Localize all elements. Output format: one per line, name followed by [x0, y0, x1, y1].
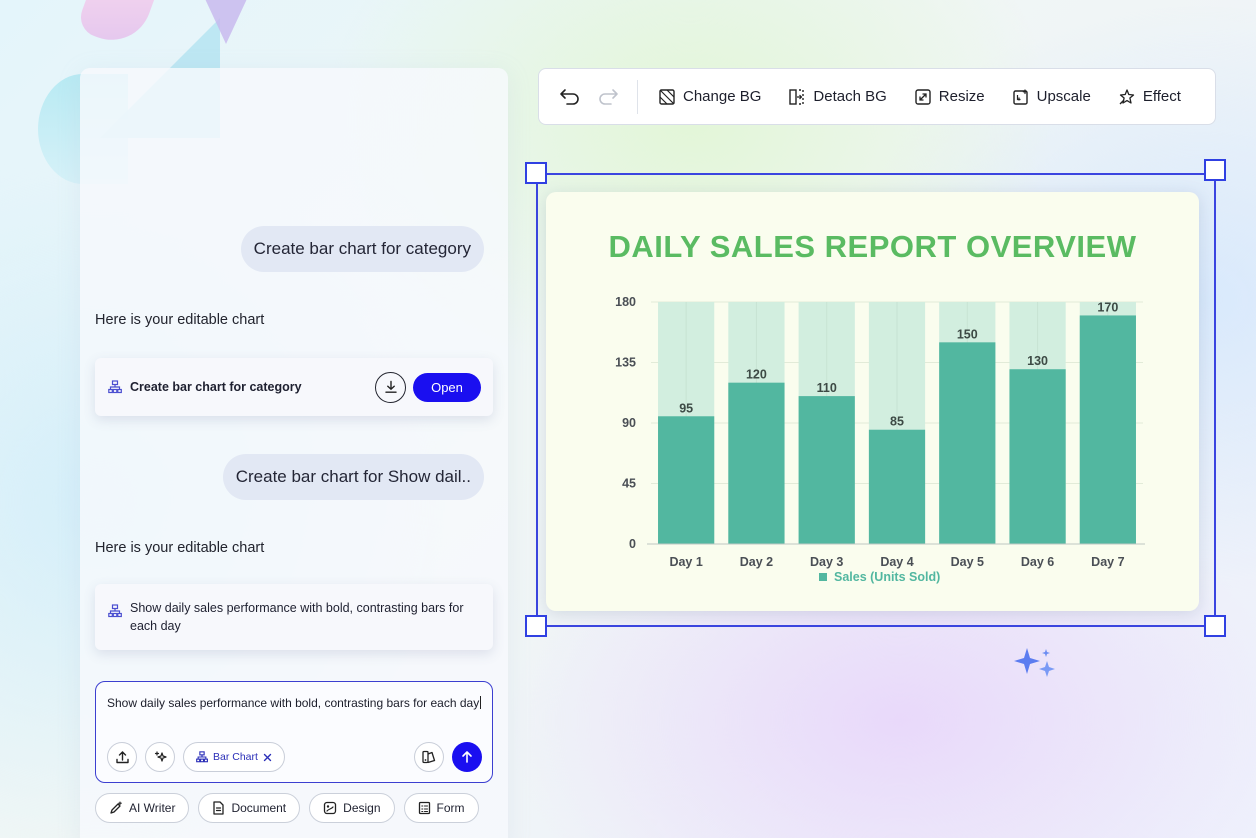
change-bg-label: Change BG: [683, 88, 762, 105]
upscale-button[interactable]: Upscale: [1012, 88, 1091, 106]
design-icon: [324, 801, 337, 815]
chip-label: Bar Chart: [213, 751, 258, 763]
bar: [798, 396, 855, 544]
resize-handle-top-right[interactable]: [1204, 159, 1226, 181]
document-button[interactable]: Document: [198, 793, 301, 823]
data-label: 150: [957, 327, 978, 341]
user-message: Create bar chart for Show dail..: [222, 454, 484, 500]
decor-shape: [200, 0, 252, 44]
image-toolbar: Change BG Detach BG Resize Upscale Effec…: [538, 68, 1216, 125]
style-button[interactable]: [414, 742, 444, 772]
palette-icon: [422, 750, 436, 764]
legend-swatch: [819, 573, 827, 581]
download-icon: [384, 380, 397, 393]
upload-button[interactable]: [107, 742, 137, 772]
bar: [1009, 369, 1066, 544]
x-tick-label: Day 5: [951, 555, 984, 569]
bar: [939, 342, 996, 544]
bar: [868, 429, 926, 544]
detach-bg-button[interactable]: Detach BG: [788, 88, 887, 106]
y-tick-label: 180: [615, 295, 636, 309]
effect-button[interactable]: Effect: [1118, 88, 1181, 106]
tool-label: AI Writer: [129, 801, 176, 815]
arrow-up-icon: [462, 751, 472, 763]
bar: [1079, 315, 1136, 544]
x-tick-label: Day 3: [810, 555, 843, 569]
form-icon: [418, 801, 430, 815]
y-tick-label: 90: [622, 416, 636, 430]
x-tick-label: Day 2: [740, 555, 773, 569]
form-button[interactable]: Form: [403, 793, 479, 823]
send-button[interactable]: [452, 742, 482, 772]
card-title: Show daily sales performance with bold, …: [130, 601, 464, 633]
design-button[interactable]: Design: [309, 793, 395, 823]
undo-icon: [560, 88, 579, 105]
assistant-message: Here is your editable chart: [95, 540, 265, 556]
resize-button[interactable]: Resize: [914, 88, 985, 106]
hierarchy-icon: [108, 380, 122, 394]
data-label: 95: [679, 401, 693, 415]
tool-label: Document: [231, 801, 287, 815]
chat-panel: Create bar chart for category Here is yo…: [80, 68, 508, 838]
y-tick-label: 45: [622, 477, 636, 491]
bar-chart-chip[interactable]: Bar Chart: [183, 742, 285, 772]
y-tick-label: 0: [629, 537, 636, 551]
chart-result-card[interactable]: Create bar chart for category Open: [95, 358, 493, 416]
data-label: 85: [890, 415, 904, 429]
document-icon: [213, 801, 225, 815]
data-label: 120: [746, 368, 767, 382]
change-bg-button[interactable]: Change BG: [658, 88, 761, 106]
hierarchy-icon: [196, 751, 208, 763]
legend-label: Sales (Units Sold): [834, 570, 940, 584]
change-bg-icon: [659, 88, 675, 105]
tool-label: Design: [343, 801, 381, 815]
bar: [658, 416, 715, 544]
undo-button[interactable]: [559, 86, 581, 108]
data-label: 110: [817, 381, 837, 395]
x-tick-label: Day 7: [1091, 555, 1124, 569]
bar-chart: 95 120 110 85 150 130 170 0 45 90 135 180 Day 1 Day 2…: [615, 295, 1145, 584]
tool-row: AI Writer Document Design Form: [95, 793, 479, 823]
open-button[interactable]: Open: [413, 372, 481, 402]
ai-writer-button[interactable]: AI Writer: [95, 793, 190, 823]
upload-icon: [115, 750, 129, 763]
resize-label: Resize: [938, 88, 985, 105]
resize-handle-top-left[interactable]: [525, 162, 547, 184]
effect-icon: [1119, 88, 1134, 104]
download-button[interactable]: [375, 371, 406, 403]
x-tick-label: Day 4: [880, 555, 913, 569]
x-tick-label: Day 1: [669, 555, 702, 569]
hierarchy-icon: [108, 604, 122, 618]
detach-bg-icon: [789, 88, 805, 105]
toolbar-divider: [637, 79, 638, 114]
sparkle-icon: [154, 750, 167, 762]
pen-sparkle-icon: [110, 801, 122, 814]
x-tick-label: Day 6: [1021, 555, 1054, 569]
upscale-label: Upscale: [1036, 88, 1091, 105]
chart-card[interactable]: DAILY SALES REPORT OVERVIEW 95 120 110 85 15…: [546, 192, 1199, 611]
chart-result-card[interactable]: Show daily sales performance with bold, …: [95, 584, 493, 650]
resize-handle-bottom-left[interactable]: [525, 615, 547, 637]
resize-handle-bottom-right[interactable]: [1204, 615, 1226, 637]
ai-enhance-button[interactable]: [145, 742, 175, 772]
resize-icon: [915, 88, 931, 105]
redo-button[interactable]: [597, 86, 619, 108]
effect-label: Effect: [1142, 88, 1181, 105]
tool-label: Form: [436, 801, 465, 815]
close-icon[interactable]: [263, 753, 272, 762]
redo-icon: [599, 88, 618, 105]
data-label: 130: [1027, 354, 1048, 368]
y-tick-label: 135: [615, 356, 636, 370]
detach-bg-label: Detach BG: [813, 88, 887, 105]
prompt-composer[interactable]: Show daily sales performance with bold, …: [95, 681, 493, 783]
text-caret: [480, 696, 482, 709]
sparkle-icon: [1014, 648, 1055, 677]
prompt-input[interactable]: Show daily sales performance with bold, …: [107, 694, 482, 712]
bar: [728, 382, 785, 544]
assistant-message: Here is your editable chart: [95, 312, 265, 328]
card-title: Create bar chart for category: [130, 380, 302, 394]
user-message: Create bar chart for category: [240, 226, 484, 272]
data-label: 170: [1097, 300, 1118, 314]
upscale-icon: [1012, 88, 1028, 105]
